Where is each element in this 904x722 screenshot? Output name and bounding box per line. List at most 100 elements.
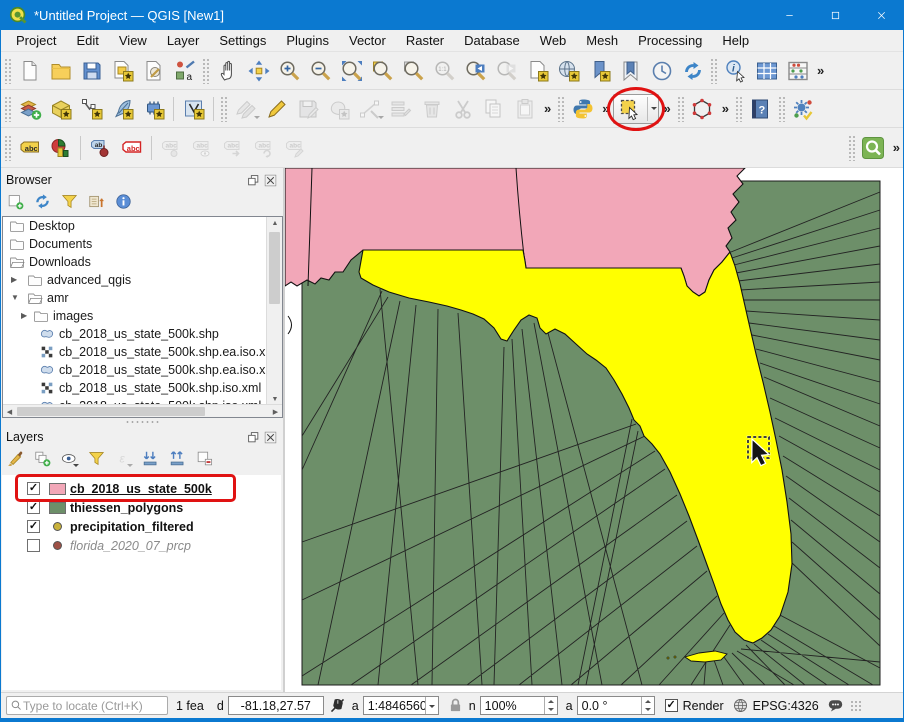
select-features-button[interactable] bbox=[613, 94, 659, 124]
locator-input[interactable] bbox=[23, 699, 161, 713]
identify-features-button[interactable]: i bbox=[720, 56, 751, 86]
menu-help[interactable]: Help bbox=[712, 31, 759, 50]
collapse-all-button[interactable] bbox=[85, 193, 107, 215]
current-edits-button[interactable] bbox=[230, 94, 261, 124]
filter-by-expression-button[interactable]: ε bbox=[112, 450, 134, 472]
browser-item-images[interactable]: ▶images bbox=[3, 307, 267, 325]
new-spatial-bookmark-button[interactable] bbox=[584, 56, 615, 86]
browser-horizontal-scrollbar[interactable]: ◀ ▶ bbox=[3, 404, 282, 417]
browser-float-button[interactable] bbox=[247, 174, 260, 187]
resize-grip[interactable] bbox=[850, 700, 862, 712]
change-label-properties-button[interactable]: abc bbox=[280, 133, 311, 163]
scroll-left-icon[interactable]: ◀ bbox=[3, 405, 16, 418]
show-layout-manager-button[interactable] bbox=[138, 56, 169, 86]
scale-input[interactable] bbox=[364, 699, 425, 713]
tree-expander-icon[interactable]: ▶ bbox=[21, 311, 27, 320]
python-console-button[interactable] bbox=[567, 94, 598, 124]
scale-dropdown-icon[interactable] bbox=[425, 697, 438, 714]
crs-status[interactable]: EPSG:4326 bbox=[753, 699, 819, 713]
open-layer-styling-panel-button[interactable] bbox=[4, 450, 26, 472]
rotate-label-button[interactable]: abc bbox=[249, 133, 280, 163]
toolbar-grip[interactable] bbox=[202, 58, 210, 84]
menu-raster[interactable]: Raster bbox=[396, 31, 454, 50]
render-checkbox[interactable] bbox=[665, 699, 678, 712]
show-statistical-summary-button[interactable] bbox=[782, 56, 813, 86]
save-layer-edits-button[interactable] bbox=[292, 94, 323, 124]
help-contents-button[interactable]: ? bbox=[745, 94, 776, 124]
rotation-input[interactable] bbox=[578, 699, 641, 713]
browser-close-button[interactable] bbox=[264, 174, 277, 187]
toolbar-grip[interactable] bbox=[778, 96, 786, 122]
minimize-button[interactable] bbox=[766, 0, 812, 30]
new-print-layout-button[interactable] bbox=[107, 56, 138, 86]
zoom-to-selection-button[interactable] bbox=[367, 56, 398, 86]
coordinate-box[interactable] bbox=[228, 696, 324, 715]
copy-features-button[interactable] bbox=[478, 94, 509, 124]
browser-item-desktop[interactable]: Desktop bbox=[3, 217, 267, 235]
menu-settings[interactable]: Settings bbox=[209, 31, 276, 50]
toolbar-grip[interactable] bbox=[4, 135, 12, 161]
browser-item-advanced-qgis[interactable]: ▶advanced_qgis bbox=[3, 271, 267, 289]
layer-item-precipitation-filtered[interactable]: precipitation_filtered bbox=[2, 517, 281, 536]
expand-all-button[interactable] bbox=[139, 450, 161, 472]
layer-visibility-checkbox[interactable] bbox=[27, 482, 40, 495]
browser-item-amr[interactable]: ▼amr bbox=[3, 289, 267, 307]
show-properties-widget-button[interactable] bbox=[112, 193, 134, 215]
delete-selected-button[interactable] bbox=[416, 94, 447, 124]
messages-icon[interactable] bbox=[827, 697, 844, 714]
close-button[interactable] bbox=[858, 0, 904, 30]
scroll-up-icon[interactable]: ▲ bbox=[267, 217, 283, 230]
menu-web[interactable]: Web bbox=[530, 31, 577, 50]
temporal-controller-button[interactable] bbox=[646, 56, 677, 86]
layer-visibility-checkbox[interactable] bbox=[27, 539, 40, 552]
spinner-arrows-icon[interactable] bbox=[544, 697, 557, 714]
toolbar-overflow-button[interactable]: » bbox=[889, 140, 904, 155]
toolbar-overflow-button[interactable]: » bbox=[813, 63, 828, 78]
locator-search[interactable] bbox=[6, 696, 168, 715]
browser-item-documents[interactable]: Documents bbox=[3, 235, 267, 253]
new-shapefile-layer-button[interactable] bbox=[76, 94, 107, 124]
menu-edit[interactable]: Edit bbox=[66, 31, 108, 50]
new-virtual-layer-button[interactable] bbox=[178, 94, 209, 124]
toolbar-grip[interactable] bbox=[677, 96, 685, 122]
crs-globe-icon[interactable] bbox=[732, 697, 749, 714]
panel-splitter[interactable] bbox=[0, 418, 283, 425]
remove-layer-group-button[interactable] bbox=[193, 450, 215, 472]
modify-attributes-of-selected-button[interactable] bbox=[385, 94, 416, 124]
zoom-to-layer-button[interactable] bbox=[398, 56, 429, 86]
cut-features-button[interactable] bbox=[447, 94, 478, 124]
pin-unpin-labels-button[interactable]: ab bbox=[85, 133, 116, 163]
toggle-label-visibility-button[interactable]: abc bbox=[187, 133, 218, 163]
toolbar-grip[interactable] bbox=[710, 58, 718, 84]
show-hide-labels-button[interactable]: abc bbox=[156, 133, 187, 163]
pan-to-selection-button[interactable] bbox=[243, 56, 274, 86]
collapse-all-layers-button[interactable] bbox=[166, 450, 188, 472]
toolbar-grip[interactable] bbox=[735, 96, 743, 122]
rotation-spinbox[interactable] bbox=[577, 696, 655, 715]
layer-diagram-options-button[interactable] bbox=[45, 133, 76, 163]
open-attribute-table-button[interactable] bbox=[751, 56, 782, 86]
layer-item-thiessen-polygons[interactable]: thiessen_polygons bbox=[2, 498, 281, 517]
zoom-next-button[interactable] bbox=[491, 56, 522, 86]
highlight-pinned-labels-button[interactable]: abc bbox=[116, 133, 147, 163]
menu-database[interactable]: Database bbox=[454, 31, 530, 50]
new-mesh-layer-button[interactable] bbox=[138, 94, 169, 124]
layer-labeling-options-button[interactable]: abc bbox=[14, 133, 45, 163]
magnifier-input[interactable] bbox=[481, 699, 544, 713]
maximize-button[interactable] bbox=[812, 0, 858, 30]
menu-vector[interactable]: Vector bbox=[339, 31, 396, 50]
menu-processing[interactable]: Processing bbox=[628, 31, 712, 50]
toolbar-grip[interactable] bbox=[4, 96, 12, 122]
layer-visibility-checkbox[interactable] bbox=[27, 501, 40, 514]
new-spatialite-layer-button[interactable] bbox=[107, 94, 138, 124]
toolbar-grip[interactable] bbox=[557, 96, 565, 122]
zoom-out-button[interactable] bbox=[305, 56, 336, 86]
open-project-button[interactable] bbox=[45, 56, 76, 86]
menu-mesh[interactable]: Mesh bbox=[576, 31, 628, 50]
save-project-button[interactable] bbox=[76, 56, 107, 86]
toolbar-overflow-button[interactable]: » bbox=[718, 101, 733, 116]
toggle-extents-mouse-icon[interactable] bbox=[329, 697, 346, 714]
zoom-full-button[interactable] bbox=[336, 56, 367, 86]
browser-item-downloads[interactable]: Downloads bbox=[3, 253, 267, 271]
map-canvas[interactable] bbox=[285, 168, 904, 692]
